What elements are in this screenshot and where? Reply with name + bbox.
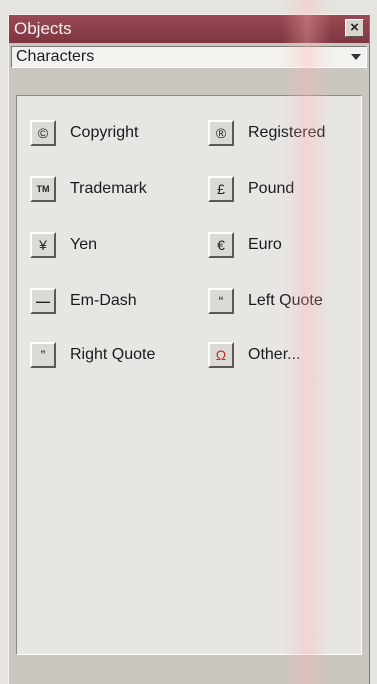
close-icon: × [350,19,359,36]
close-button[interactable]: × [345,19,364,37]
item-pound[interactable]: £ Pound [208,175,294,203]
item-label: Trademark [70,180,147,197]
copyright-icon[interactable]: © [30,120,56,146]
item-other[interactable]: Ω Other... [208,341,300,369]
item-label: Yen [70,236,97,253]
item-label: Euro [248,236,282,253]
right-quote-icon[interactable]: ” [30,342,56,368]
item-right-quote[interactable]: ” Right Quote [30,341,155,369]
item-label: Right Quote [70,346,156,363]
item-label: Em-Dash [70,292,137,309]
item-label: Registered [248,124,326,141]
other-characters-icon[interactable]: Ω [208,342,234,368]
trademark-icon[interactable]: TM [30,176,56,202]
chevron-down-icon[interactable] [351,54,361,60]
pound-icon[interactable]: £ [208,176,234,202]
item-left-quote[interactable]: “ Left Quote [208,287,323,315]
em-dash-icon[interactable]: — [30,288,56,314]
item-label: Copyright [70,124,139,141]
item-registered[interactable]: ® Registered [208,119,325,147]
item-copyright[interactable]: © Copyright [30,119,138,147]
registered-icon[interactable]: ® [208,120,234,146]
item-euro[interactable]: € Euro [208,231,282,259]
title-bar[interactable]: Objects × [9,15,369,43]
yen-icon[interactable]: ¥ [30,232,56,258]
item-label: Pound [248,180,295,197]
item-yen[interactable]: ¥ Yen [30,231,97,259]
euro-icon[interactable]: € [208,232,234,258]
objects-window: Objects × Characters © Copyright ® Regis… [0,0,377,684]
category-dropdown[interactable]: Characters [11,46,367,68]
window-title: Objects [14,19,72,38]
characters-panel: © Copyright ® Registered TM Trademark £ … [16,95,362,655]
left-quote-icon[interactable]: “ [208,288,234,314]
item-trademark[interactable]: TM Trademark [30,175,147,203]
item-em-dash[interactable]: — Em-Dash [30,287,137,315]
item-label: Other... [248,346,301,363]
dropdown-value: Characters [16,48,95,65]
item-label: Left Quote [248,292,323,309]
